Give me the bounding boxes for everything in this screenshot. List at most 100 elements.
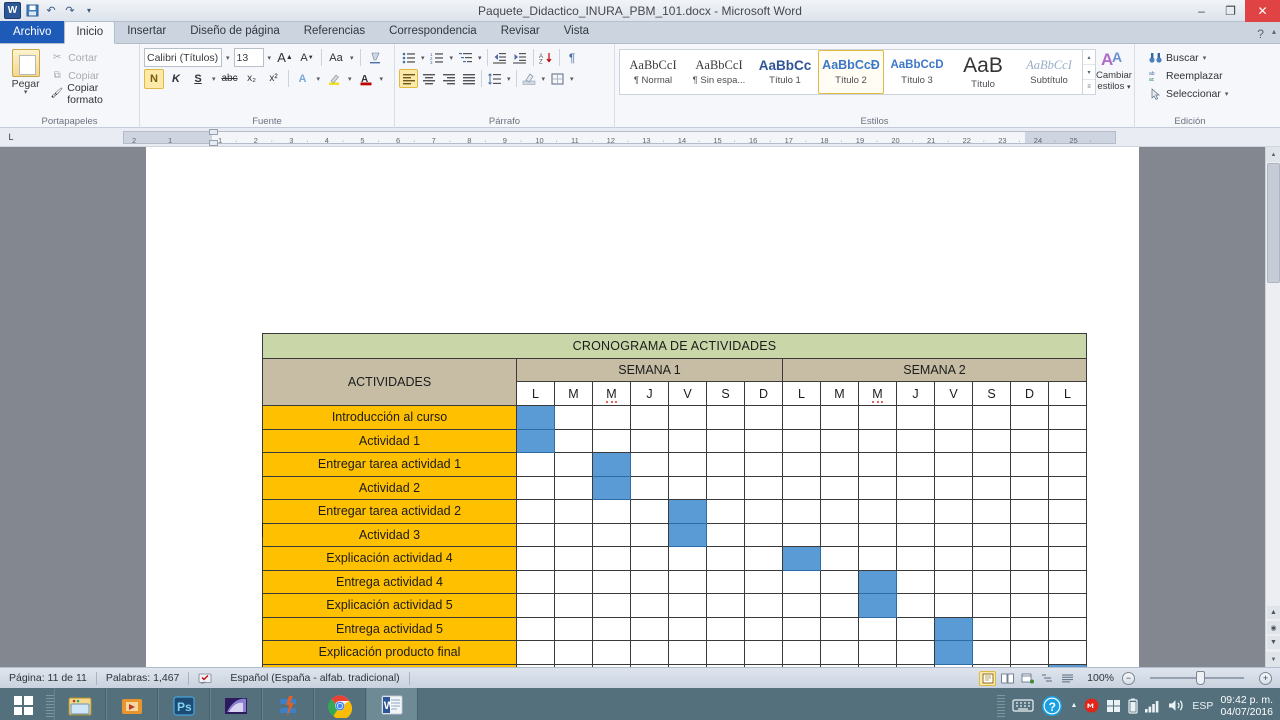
multilevel-list-button[interactable] (456, 48, 475, 67)
table-title-cell[interactable]: CRONOGRAMA DE ACTIVIDADES (262, 333, 1087, 359)
grow-font-button[interactable]: A ▲ (275, 48, 295, 68)
schedule-empty-cell[interactable] (668, 546, 707, 571)
schedule-empty-cell[interactable] (858, 428, 897, 453)
status-right[interactable]: 100% − + (979, 668, 1280, 689)
tab-archivo[interactable]: Archivo (0, 21, 65, 43)
schedule-empty-cell[interactable] (782, 593, 821, 618)
superscript-button[interactable]: x² (264, 69, 284, 89)
schedule-marked-cell[interactable] (516, 428, 555, 453)
schedule-empty-cell[interactable] (592, 546, 631, 571)
increase-indent-button[interactable] (511, 48, 530, 67)
subscript-button[interactable]: x₂ (242, 69, 262, 89)
schedule-empty-cell[interactable] (1048, 405, 1087, 430)
zoom-out-button[interactable]: − (1122, 671, 1135, 685)
numbering-chevron-down-icon[interactable]: ▾ (448, 54, 456, 62)
windows-security-icon[interactable] (1106, 698, 1121, 713)
select-browse-object-button[interactable]: ◉ (1267, 621, 1280, 634)
schedule-empty-cell[interactable] (820, 569, 859, 594)
style-sin-espaciado[interactable]: AaBbCcI ¶ Sin espa... (686, 50, 752, 94)
schedule-empty-cell[interactable] (972, 405, 1011, 430)
schedule-empty-cell[interactable] (744, 405, 783, 430)
schedule-empty-cell[interactable] (744, 499, 783, 524)
schedule-empty-cell[interactable] (972, 475, 1011, 500)
schedule-empty-cell[interactable] (592, 663, 631, 667)
schedule-empty-cell[interactable] (554, 593, 593, 618)
style-titulo-1[interactable]: AaBbCc Título 1 (752, 50, 818, 94)
schedule-empty-cell[interactable] (630, 452, 669, 477)
schedule-empty-cell[interactable] (1010, 499, 1049, 524)
schedule-empty-cell[interactable] (744, 452, 783, 477)
minimize-ribbon-icon[interactable]: ▴ (1272, 27, 1276, 41)
schedule-empty-cell[interactable] (706, 569, 745, 594)
style-subtitulo[interactable]: AaBbCcI Subtítulo (1016, 50, 1082, 94)
schedule-empty-cell[interactable] (782, 663, 821, 667)
underline-button[interactable]: S (188, 69, 208, 89)
schedule-empty-cell[interactable] (1048, 593, 1087, 618)
tab-inicio[interactable]: Inicio (64, 21, 116, 44)
show-hidden-icons-icon[interactable]: ▲ (1070, 702, 1077, 709)
bold-button[interactable]: N (144, 68, 164, 89)
activity-cell[interactable]: Explicación actividad 5 (262, 593, 517, 618)
document-page[interactable]: CRONOGRAMA DE ACTIVIDADES ACTIVIDADES SEMA… (146, 147, 1139, 667)
schedule-empty-cell[interactable] (668, 640, 707, 665)
sort-button[interactable]: AZ (537, 48, 556, 67)
schedule-empty-cell[interactable] (782, 499, 821, 524)
taskbar-item-file-explorer[interactable] (54, 688, 106, 720)
schedule-empty-cell[interactable] (744, 593, 783, 618)
tray-grip[interactable] (997, 694, 1006, 717)
multilevel-chevron-down-icon[interactable]: ▾ (476, 54, 484, 62)
schedule-empty-cell[interactable] (516, 452, 555, 477)
change-case-button[interactable]: Aa (326, 48, 346, 68)
zoom-slider[interactable] (1138, 671, 1256, 686)
style-titulo[interactable]: AaB Título (950, 50, 1016, 94)
schedule-empty-cell[interactable] (516, 522, 555, 547)
schedule-empty-cell[interactable] (972, 499, 1011, 524)
style-normal[interactable]: AaBbCcI ¶ Normal (620, 50, 686, 94)
schedule-empty-cell[interactable] (630, 428, 669, 453)
schedule-empty-cell[interactable] (1010, 593, 1049, 618)
borders-chevron-down-icon[interactable]: ▾ (568, 75, 576, 83)
styles-scroll[interactable]: ▴ ▾ ≡ (1082, 50, 1095, 94)
proofing-status-icon[interactable] (189, 668, 221, 689)
language-indicator-tray[interactable]: ESP (1192, 700, 1213, 712)
schedule-empty-cell[interactable] (516, 499, 555, 524)
schedule-empty-cell[interactable] (972, 452, 1011, 477)
schedule-empty-cell[interactable] (934, 569, 973, 594)
day-header-cell[interactable]: S (972, 381, 1011, 406)
tab-insertar[interactable]: Insertar (115, 20, 178, 43)
schedule-empty-cell[interactable] (668, 452, 707, 477)
start-button[interactable] (0, 688, 46, 720)
activity-cell[interactable]: Explicación producto final (262, 640, 517, 665)
schedule-empty-cell[interactable] (858, 475, 897, 500)
schedule-empty-cell[interactable] (782, 569, 821, 594)
activity-cell[interactable]: Entrega actividad 4 (262, 569, 517, 594)
schedule-empty-cell[interactable] (820, 546, 859, 571)
schedule-empty-cell[interactable] (820, 663, 859, 667)
schedule-empty-cell[interactable] (516, 475, 555, 500)
schedule-empty-cell[interactable] (630, 593, 669, 618)
schedule-empty-cell[interactable] (934, 499, 973, 524)
schedule-empty-cell[interactable] (934, 475, 973, 500)
schedule-empty-cell[interactable] (706, 593, 745, 618)
clear-formatting-button[interactable] (365, 48, 385, 68)
schedule-empty-cell[interactable] (630, 663, 669, 667)
scroll-up-button[interactable]: ▲ (1266, 147, 1280, 162)
schedule-marked-cell[interactable] (782, 546, 821, 571)
full-screen-reading-view-button[interactable] (999, 671, 1016, 686)
text-effects-button[interactable]: A (293, 69, 313, 89)
cut-button[interactable]: ✂ Cortar (47, 49, 135, 66)
schedule-empty-cell[interactable] (592, 522, 631, 547)
schedule-empty-cell[interactable] (1010, 663, 1049, 667)
keyboard-icon[interactable] (1012, 698, 1035, 713)
schedule-empty-cell[interactable] (744, 616, 783, 641)
schedule-empty-cell[interactable] (706, 663, 745, 667)
taskbar-grip[interactable] (46, 694, 54, 717)
schedule-marked-cell[interactable] (934, 640, 973, 665)
schedule-empty-cell[interactable] (820, 640, 859, 665)
schedule-empty-cell[interactable] (858, 616, 897, 641)
schedule-empty-cell[interactable] (554, 499, 593, 524)
activities-header-cell[interactable]: ACTIVIDADES (262, 358, 517, 406)
volume-icon[interactable] (1168, 698, 1185, 713)
schedule-empty-cell[interactable] (820, 428, 859, 453)
schedule-empty-cell[interactable] (668, 593, 707, 618)
